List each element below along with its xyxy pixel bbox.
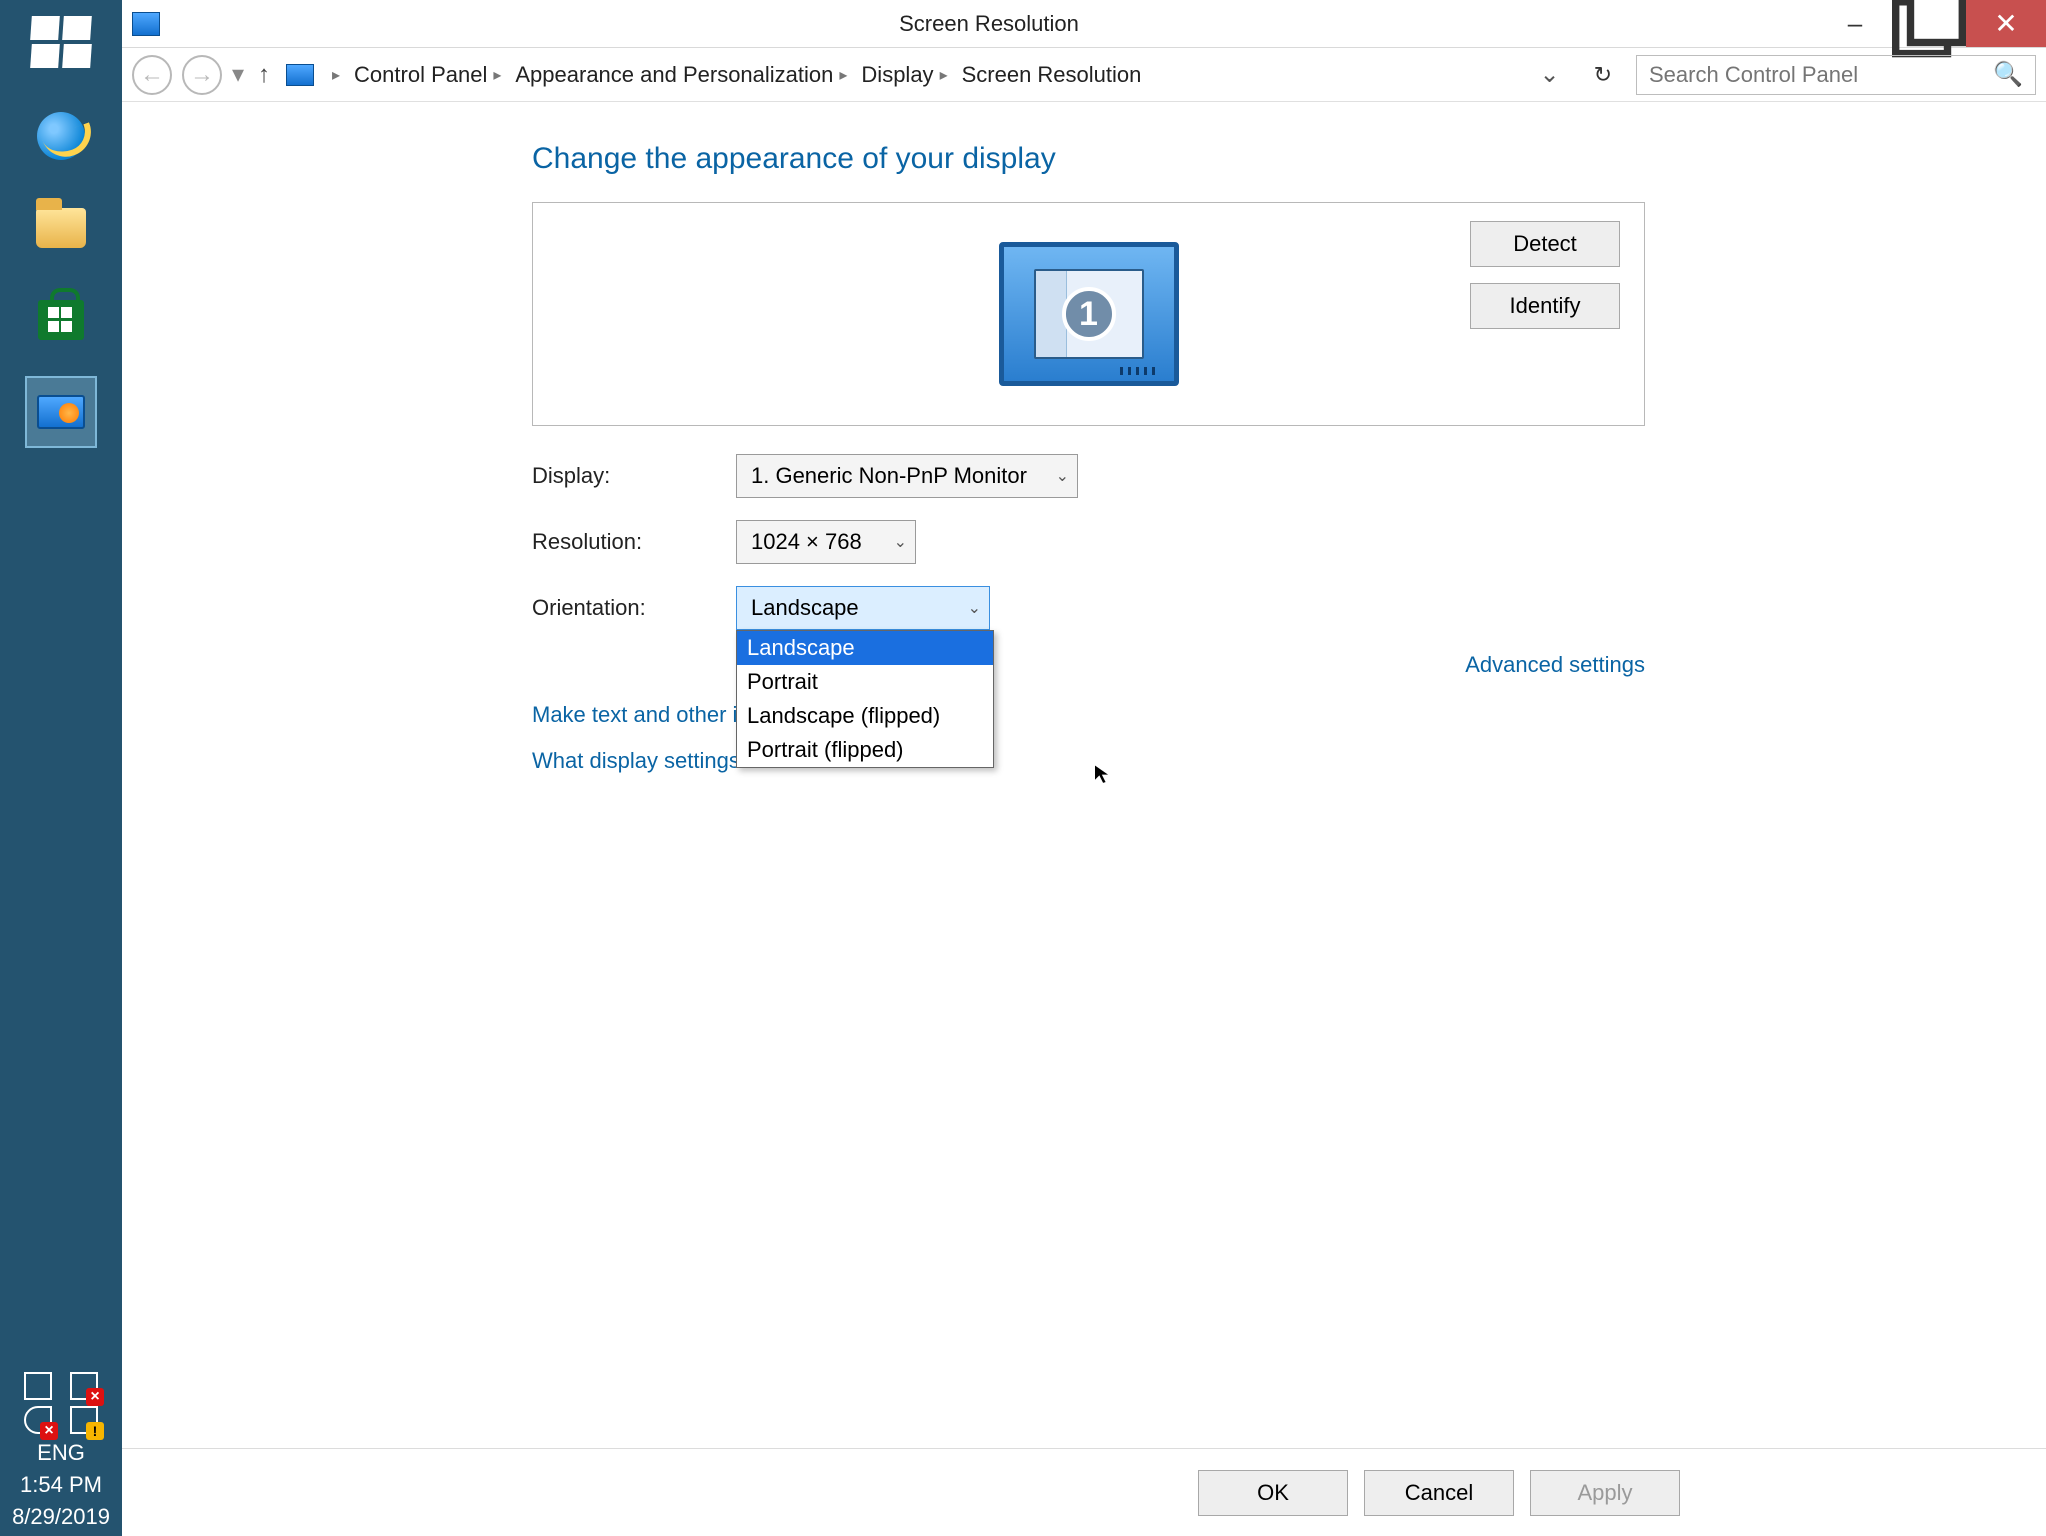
- breadcrumb-sep[interactable]: ▸: [324, 61, 348, 89]
- resolution-label: Resolution:: [532, 529, 736, 555]
- window-title: Screen Resolution: [160, 11, 1818, 37]
- search-icon: 🔍: [1993, 60, 2023, 89]
- breadcrumb-screen-resolution[interactable]: Screen Resolution: [956, 58, 1148, 92]
- advanced-settings-link[interactable]: Advanced settings: [1465, 652, 1645, 678]
- display-label: Display:: [532, 463, 736, 489]
- forward-button[interactable]: →: [182, 55, 222, 95]
- tray-date[interactable]: 8/29/2019: [12, 1504, 110, 1530]
- close-button[interactable]: ✕: [1966, 0, 2046, 47]
- system-tray: ENG 1:54 PM 8/29/2019: [0, 1372, 122, 1530]
- settings-form: Display: 1. Generic Non-PnP Monitor ⌄ Res…: [532, 454, 2046, 774]
- orientation-value: Landscape: [751, 595, 859, 621]
- taskbar-item-store[interactable]: [25, 284, 97, 356]
- monitor-thumbnail[interactable]: 1: [999, 242, 1179, 386]
- orientation-dropdown[interactable]: Landscape⌄ Landscape Portrait Landscape …: [736, 586, 990, 630]
- page-heading: Change the appearance of your display: [532, 142, 2046, 176]
- store-icon: [38, 300, 84, 340]
- display-preview: 1 Detect Identify: [532, 202, 1645, 426]
- display-value: 1. Generic Non-PnP Monitor: [751, 463, 1027, 489]
- up-button[interactable]: ↑: [252, 61, 276, 89]
- chevron-down-icon: ⌄: [1056, 466, 1069, 486]
- search-box[interactable]: 🔍: [1636, 55, 2036, 95]
- location-icon: [286, 64, 314, 86]
- breadcrumb-appearance[interactable]: Appearance and Personalization ▸: [509, 58, 855, 92]
- action-center-icon[interactable]: [70, 1406, 98, 1434]
- volume-icon[interactable]: [24, 1406, 52, 1434]
- orientation-option-landscape[interactable]: Landscape: [737, 631, 993, 665]
- mouse-cursor: [1092, 762, 1116, 786]
- breadcrumb-display[interactable]: Display ▸: [855, 58, 955, 92]
- orientation-option-portrait[interactable]: Portrait: [737, 665, 993, 699]
- content-area: Change the appearance of your display 1 …: [122, 102, 2046, 1448]
- display-dropdown[interactable]: 1. Generic Non-PnP Monitor ⌄: [736, 454, 1078, 498]
- dialog-footer: OK Cancel Apply: [122, 1448, 2046, 1536]
- taskbar-item-explorer[interactable]: [25, 192, 97, 264]
- internet-explorer-icon: [37, 112, 85, 160]
- orientation-option-portrait-flipped[interactable]: Portrait (flipped): [737, 733, 993, 767]
- taskbar-item-control-panel[interactable]: [25, 376, 97, 448]
- orientation-label: Orientation:: [532, 595, 736, 621]
- resolution-value: 1024 × 768: [751, 529, 862, 555]
- taskbar-item-ie[interactable]: [25, 100, 97, 172]
- screen-resolution-window: Screen Resolution – ✕ ← → ▾ ↑ ▸ Control …: [122, 0, 2046, 1536]
- breadcrumb-control-panel[interactable]: Control Panel ▸: [348, 58, 509, 92]
- orientation-option-landscape-flipped[interactable]: Landscape (flipped): [737, 699, 993, 733]
- start-button[interactable]: [26, 12, 96, 72]
- ok-button[interactable]: OK: [1198, 1470, 1348, 1516]
- resolution-dropdown[interactable]: 1024 × 768 ⌄: [736, 520, 916, 564]
- folder-icon: [36, 208, 86, 248]
- minimize-button[interactable]: –: [1818, 0, 1892, 47]
- battery-icon[interactable]: [24, 1372, 52, 1400]
- chevron-down-icon: ⌄: [894, 532, 907, 552]
- monitor-number: 1: [1062, 287, 1116, 341]
- titlebar: Screen Resolution – ✕: [122, 0, 2046, 48]
- address-bar: ← → ▾ ↑ ▸ Control Panel ▸ Appearance and…: [122, 48, 2046, 102]
- search-input[interactable]: [1649, 62, 1993, 88]
- chevron-down-icon: ⌄: [968, 598, 981, 618]
- maximize-button[interactable]: [1892, 0, 1966, 47]
- detect-button[interactable]: Detect: [1470, 221, 1620, 267]
- back-button[interactable]: ←: [132, 55, 172, 95]
- identify-button[interactable]: Identify: [1470, 283, 1620, 329]
- refresh-button[interactable]: ↻: [1580, 62, 1626, 88]
- address-dropdown[interactable]: ⌄: [1529, 60, 1569, 89]
- orientation-options-list: Landscape Portrait Landscape (flipped) P…: [736, 630, 994, 768]
- history-dropdown[interactable]: ▾: [232, 60, 242, 89]
- cancel-button[interactable]: Cancel: [1364, 1470, 1514, 1516]
- breadcrumb: ▸ Control Panel ▸ Appearance and Persona…: [324, 58, 1519, 92]
- control-panel-icon: [37, 395, 85, 429]
- tray-time[interactable]: 1:54 PM: [20, 1472, 102, 1498]
- network-icon[interactable]: [70, 1372, 98, 1400]
- window-icon: [132, 12, 160, 36]
- taskbar: ENG 1:54 PM 8/29/2019: [0, 0, 122, 1536]
- apply-button[interactable]: Apply: [1530, 1470, 1680, 1516]
- tray-language[interactable]: ENG: [37, 1440, 85, 1466]
